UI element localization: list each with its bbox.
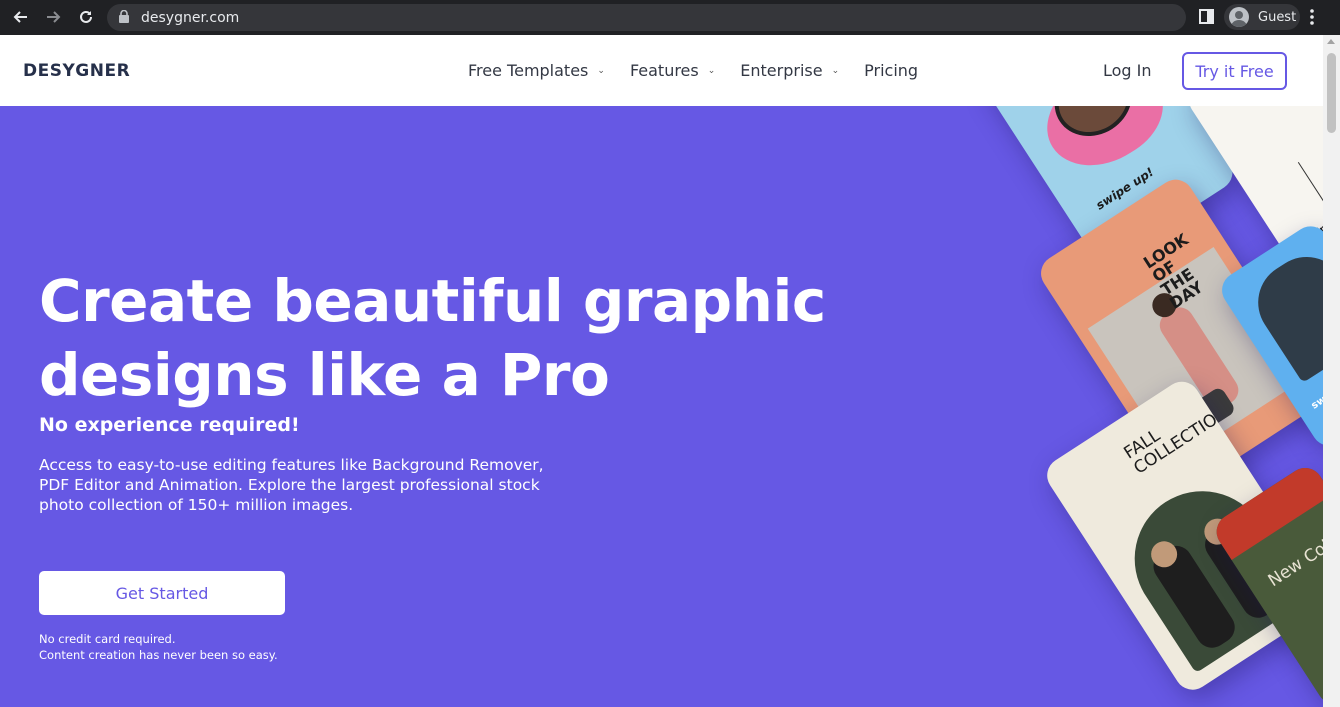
nav-enterprise[interactable]: Enterprise ⌄ bbox=[740, 61, 839, 80]
reload-icon[interactable] bbox=[76, 7, 96, 27]
hero-description: Access to easy-to-use editing features l… bbox=[39, 456, 544, 514]
nav-label: Pricing bbox=[864, 61, 919, 80]
chevron-down-icon: ⌄ bbox=[831, 65, 840, 76]
nav-label: Enterprise bbox=[740, 61, 823, 80]
note-line-1: No credit card required. bbox=[39, 632, 176, 646]
try-free-button[interactable]: Try it Free bbox=[1182, 52, 1287, 90]
scroll-thumb[interactable] bbox=[1327, 53, 1336, 133]
url-text: desygner.com bbox=[141, 9, 240, 26]
guest-avatar-icon bbox=[1229, 7, 1249, 27]
page-scrollbar[interactable] bbox=[1323, 35, 1340, 707]
side-panel-icon[interactable] bbox=[1199, 9, 1215, 30]
profile-label: Guest bbox=[1258, 9, 1297, 25]
profile-button[interactable]: Guest bbox=[1224, 4, 1300, 30]
note-line-2: Content creation has never been so easy. bbox=[39, 648, 278, 662]
template-collage: swipe up! swipe to shop now! LOOK OF THE… bbox=[975, 106, 1323, 707]
forward-icon[interactable] bbox=[43, 7, 63, 27]
main-nav: Free Templates ⌄ Features ⌄ Enterprise ⌄… bbox=[468, 61, 943, 80]
lock-icon bbox=[119, 9, 129, 28]
login-link[interactable]: Log In bbox=[1103, 61, 1152, 80]
card-text: FALL COLLECTION bbox=[1120, 402, 1233, 479]
hero-subhead: No experience required! bbox=[39, 414, 300, 436]
nav-free-templates[interactable]: Free Templates ⌄ bbox=[468, 61, 605, 80]
nav-label: Free Templates bbox=[468, 61, 589, 80]
nav-pricing[interactable]: Pricing bbox=[864, 61, 918, 80]
hero-headline: Create beautiful graphic designs like a … bbox=[39, 264, 839, 412]
browser-menu-icon[interactable] bbox=[1310, 9, 1314, 30]
headline-line-1: Create beautiful graphic bbox=[39, 267, 826, 335]
card-text: New Colle bbox=[1264, 528, 1323, 592]
back-icon[interactable] bbox=[11, 7, 31, 27]
chevron-down-icon: ⌄ bbox=[597, 65, 605, 76]
hero-note: No credit card required. Content creatio… bbox=[39, 631, 278, 663]
chevron-down-icon: ⌄ bbox=[707, 65, 716, 76]
address-bar[interactable]: desygner.com bbox=[107, 4, 1186, 31]
get-started-button[interactable]: Get Started bbox=[39, 571, 285, 615]
nav-features[interactable]: Features ⌄ bbox=[630, 61, 715, 80]
browser-toolbar: desygner.com Guest bbox=[0, 0, 1340, 35]
headline-line-2: designs like a Pro bbox=[39, 341, 610, 409]
divider-line bbox=[1297, 162, 1323, 205]
nav-label: Features bbox=[629, 61, 699, 80]
scroll-up-arrow-icon[interactable] bbox=[1327, 39, 1335, 44]
site-header: DESYGNER Free Templates ⌄ Features ⌄ Ent… bbox=[0, 35, 1323, 106]
hero-section: Create beautiful graphic designs like a … bbox=[0, 106, 1323, 707]
desygner-logo[interactable]: DESYGNER bbox=[23, 61, 130, 81]
